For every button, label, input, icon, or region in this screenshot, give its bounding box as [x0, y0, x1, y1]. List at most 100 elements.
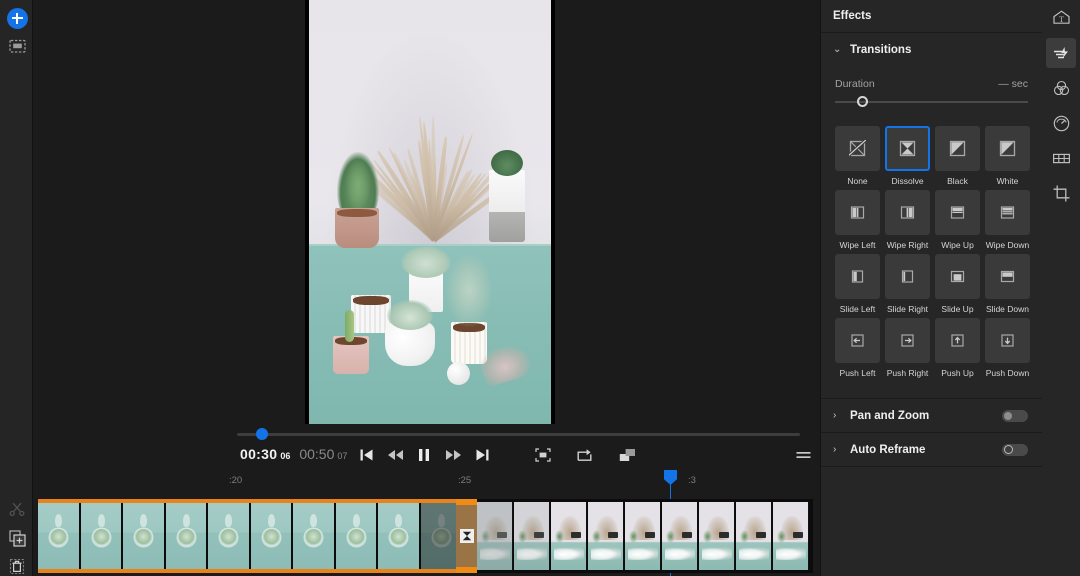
trailing-succulent	[445, 252, 493, 328]
transition-label: Slide Right	[887, 304, 928, 314]
transition-option-slide-up[interactable]: Slide Up	[935, 254, 980, 314]
pan-and-zoom-toggle[interactable]	[1002, 410, 1028, 422]
preview-image	[309, 0, 551, 424]
timeline-ruler[interactable]: :20 :25 :3	[33, 468, 820, 496]
share-button[interactable]	[572, 443, 598, 467]
slide-down-icon	[999, 268, 1016, 285]
speed-tool-button[interactable]	[1046, 108, 1076, 138]
transition-thumb[interactable]	[985, 254, 1030, 299]
transition-thumb[interactable]	[885, 126, 930, 171]
slide-up-icon	[949, 268, 966, 285]
video-clip-a[interactable]	[38, 499, 463, 573]
video-track[interactable]	[38, 499, 813, 573]
duration-slider-handle[interactable]	[857, 96, 868, 107]
transition-thumb[interactable]	[935, 318, 980, 363]
transitions-section-body: Duration — sec Non	[821, 78, 1042, 378]
transitions-tool-button[interactable]	[1046, 143, 1076, 173]
go-to-end-button[interactable]	[469, 443, 495, 467]
transition-thumb[interactable]	[885, 190, 930, 235]
timeline-panel[interactable]: :20 :25 :3	[33, 468, 820, 576]
color-tool-button[interactable]	[1046, 73, 1076, 103]
transition-option-push-right[interactable]: Push Right	[885, 318, 930, 378]
transition-thumb[interactable]	[885, 318, 930, 363]
add-media-button[interactable]	[5, 6, 29, 30]
none-transition-icon	[849, 140, 866, 157]
transition-option-push-up[interactable]: Push Up	[935, 318, 980, 378]
wipe-right-icon	[899, 204, 916, 221]
transition-thumb[interactable]	[985, 318, 1030, 363]
duration-value: — sec	[998, 78, 1028, 90]
skip-back-icon	[359, 448, 374, 462]
video-preview[interactable]	[305, 0, 555, 424]
transition-option-slide-left[interactable]: Slide Left	[835, 254, 880, 314]
transition-option-wipe-down[interactable]: Wipe Down	[985, 190, 1030, 250]
overflow-menu-button[interactable]	[790, 443, 816, 467]
transitions-section-header[interactable]: ⌄ Transitions	[821, 33, 1042, 66]
media-archive-icon	[9, 39, 26, 54]
text-tool-button[interactable]: T	[1046, 3, 1076, 33]
white-sphere	[447, 362, 470, 385]
transition-option-wipe-left[interactable]: Wipe Left	[835, 190, 880, 250]
picture-in-picture-button[interactable]	[614, 443, 640, 467]
media-library-button[interactable]	[5, 34, 29, 58]
auto-reframe-toggle[interactable]	[1002, 444, 1028, 456]
transition-option-black[interactable]: Black	[935, 126, 980, 186]
transition-option-none[interactable]: None	[835, 126, 880, 186]
transition-option-white[interactable]: White	[985, 126, 1030, 186]
scrubber-track[interactable]	[237, 433, 800, 436]
transition-label: Wipe Up	[941, 240, 974, 250]
speed-gauge-icon	[1052, 114, 1071, 133]
transition-option-slide-down[interactable]: Slide Down	[985, 254, 1030, 314]
transition-thumb[interactable]	[985, 190, 1030, 235]
fullscreen-button[interactable]	[530, 443, 556, 467]
dark-succulent	[491, 150, 523, 176]
transition-option-push-left[interactable]: Push Left	[835, 318, 880, 378]
transition-option-wipe-right[interactable]: Wipe Right	[885, 190, 930, 250]
preview-scrubber[interactable]	[33, 427, 820, 441]
transition-thumb[interactable]	[835, 190, 880, 235]
ruler-tick-label: :25	[458, 475, 471, 486]
crop-tool-button[interactable]	[1046, 178, 1076, 208]
transition-thumb[interactable]	[935, 190, 980, 235]
effects-tool-button[interactable]	[1046, 38, 1076, 68]
effects-panel: Effects ⌄ Transitions Duration — sec	[820, 0, 1042, 576]
pause-button[interactable]	[411, 443, 437, 467]
video-clip-b[interactable]	[477, 499, 813, 573]
pip-icon	[619, 448, 636, 462]
push-up-icon	[949, 332, 966, 349]
split-clip-button[interactable]	[5, 497, 29, 521]
duration-slider[interactable]	[835, 95, 1028, 109]
push-down-icon	[999, 332, 1016, 349]
transitions-grid: None Dissolve	[835, 126, 1028, 378]
share-icon	[577, 448, 593, 462]
dissolve-transition-block[interactable]	[456, 499, 477, 573]
go-to-start-button[interactable]	[353, 443, 379, 467]
transition-label: Black	[947, 176, 968, 186]
transition-thumb[interactable]	[835, 126, 880, 171]
transition-option-wipe-up[interactable]: Wipe Up	[935, 190, 980, 250]
transition-option-slide-right[interactable]: Slide Right	[885, 254, 930, 314]
scissors-icon	[9, 501, 25, 517]
transition-thumb[interactable]	[885, 254, 930, 299]
pause-icon	[418, 448, 430, 462]
duplicate-clip-button[interactable]	[5, 526, 29, 550]
delete-clip-button[interactable]	[5, 554, 29, 576]
trash-icon	[9, 558, 25, 575]
scrubber-handle[interactable]	[256, 428, 268, 440]
transition-thumb[interactable]	[985, 126, 1030, 171]
pan-and-zoom-section[interactable]: › Pan and Zoom	[821, 399, 1042, 432]
transition-option-push-down[interactable]: Push Down	[985, 318, 1030, 378]
view-buttons	[530, 443, 640, 467]
pampas-grass	[375, 108, 493, 240]
transition-thumb[interactable]	[835, 254, 880, 299]
fast-forward-button[interactable]	[440, 443, 466, 467]
soil	[353, 296, 389, 305]
rewind-icon	[387, 449, 404, 461]
auto-reframe-section[interactable]: › Auto Reframe	[821, 433, 1042, 466]
playback-buttons	[353, 443, 495, 467]
transition-thumb[interactable]	[835, 318, 880, 363]
rewind-button[interactable]	[382, 443, 408, 467]
transition-option-dissolve[interactable]: Dissolve	[885, 126, 930, 186]
transition-thumb[interactable]	[935, 254, 980, 299]
transition-thumb[interactable]	[935, 126, 980, 171]
